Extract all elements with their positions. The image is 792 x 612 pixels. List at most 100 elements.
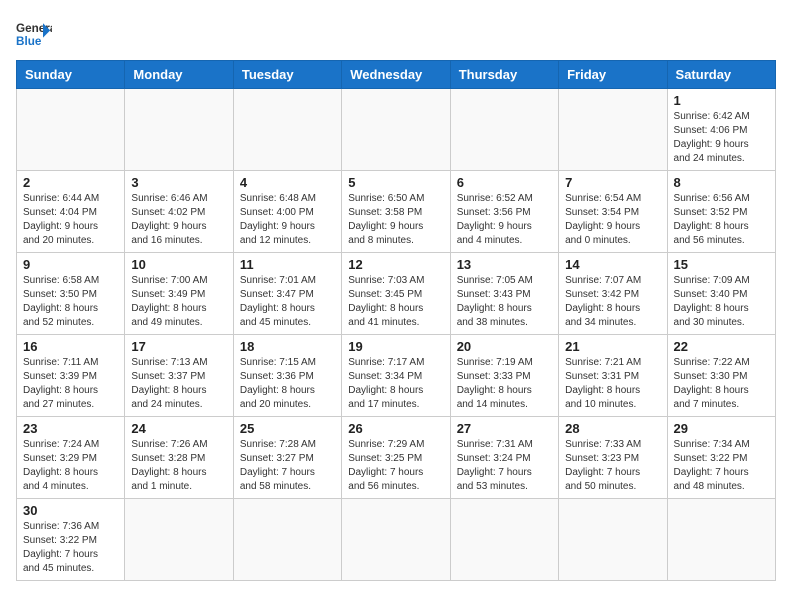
day-info: Sunrise: 6:44 AM Sunset: 4:04 PM Dayligh… — [23, 192, 118, 248]
day-cell-24: 24 Sunrise: 7:26 AM Sunset: 3:28 PM Dayli… — [125, 417, 233, 499]
calendar-table: SundayMondayTuesdayWednesdayThursdayFrid… — [16, 60, 776, 581]
day-number: 18 — [240, 339, 335, 354]
day-number: 5 — [348, 175, 443, 190]
day-cell-6: 6 Sunrise: 6:52 AM Sunset: 3:56 PM Daylig… — [450, 171, 558, 253]
day-cell-1: 1 Sunrise: 6:42 AM Sunset: 4:06 PM Daylig… — [667, 89, 775, 171]
day-cell-13: 13 Sunrise: 7:05 AM Sunset: 3:43 PM Dayli… — [450, 253, 558, 335]
day-cell-19: 19Sunrise: 7:17 AM Sunset: 3:34 PM Dayli… — [342, 335, 450, 417]
day-number: 2 — [23, 175, 118, 190]
empty-cell — [233, 89, 341, 171]
empty-cell — [450, 89, 558, 171]
day-cell-30: 30Sunrise: 7:36 AM Sunset: 3:22 PM Dayli… — [17, 499, 125, 581]
empty-cell — [450, 499, 558, 581]
day-cell-15: 15Sunrise: 7:09 AM Sunset: 3:40 PM Dayli… — [667, 253, 775, 335]
day-info: Sunrise: 7:33 AM Sunset: 3:23 PM Dayligh… — [565, 438, 660, 494]
empty-cell — [125, 89, 233, 171]
day-info: Sunrise: 6:58 AM Sunset: 3:50 PM Dayligh… — [23, 274, 118, 330]
day-info: Sunrise: 6:52 AM Sunset: 3:56 PM Dayligh… — [457, 192, 552, 248]
calendar-row-2: 9 Sunrise: 6:58 AM Sunset: 3:50 PM Daylig… — [17, 253, 776, 335]
day-number: 16 — [23, 339, 118, 354]
day-info: Sunrise: 7:34 AM Sunset: 3:22 PM Dayligh… — [674, 438, 769, 494]
logo-icon: General Blue — [16, 16, 52, 52]
day-info: Sunrise: 7:31 AM Sunset: 3:24 PM Dayligh… — [457, 438, 552, 494]
day-cell-20: 20 Sunrise: 7:19 AM Sunset: 3:33 PM Dayli… — [450, 335, 558, 417]
day-cell-10: 10 Sunrise: 7:00 AM Sunset: 3:49 PM Dayli… — [125, 253, 233, 335]
empty-cell — [667, 499, 775, 581]
calendar-row-1: 2 Sunrise: 6:44 AM Sunset: 4:04 PM Daylig… — [17, 171, 776, 253]
day-number: 9 — [23, 257, 118, 272]
day-info: Sunrise: 7:24 AM Sunset: 3:29 PM Dayligh… — [23, 438, 118, 494]
empty-cell — [559, 89, 667, 171]
empty-cell — [233, 499, 341, 581]
day-number: 4 — [240, 175, 335, 190]
day-cell-2: 2 Sunrise: 6:44 AM Sunset: 4:04 PM Daylig… — [17, 171, 125, 253]
day-info: Sunrise: 7:07 AM Sunset: 3:42 PM Dayligh… — [565, 274, 660, 330]
weekday-monday: Monday — [125, 61, 233, 89]
day-number: 23 — [23, 421, 118, 436]
day-info: Sunrise: 7:28 AM Sunset: 3:27 PM Dayligh… — [240, 438, 335, 494]
day-info: Sunrise: 7:19 AM Sunset: 3:33 PM Dayligh… — [457, 356, 552, 412]
day-info: Sunrise: 6:50 AM Sunset: 3:58 PM Dayligh… — [348, 192, 443, 248]
day-number: 26 — [348, 421, 443, 436]
empty-cell — [342, 499, 450, 581]
day-info: Sunrise: 7:03 AM Sunset: 3:45 PM Dayligh… — [348, 274, 443, 330]
empty-cell — [342, 89, 450, 171]
day-info: Sunrise: 7:00 AM Sunset: 3:49 PM Dayligh… — [131, 274, 226, 330]
weekday-sunday: Sunday — [17, 61, 125, 89]
calendar-row-4: 23 Sunrise: 7:24 AM Sunset: 3:29 PM Dayli… — [17, 417, 776, 499]
day-number: 30 — [23, 503, 118, 518]
day-number: 27 — [457, 421, 552, 436]
day-cell-22: 22Sunrise: 7:22 AM Sunset: 3:30 PM Dayli… — [667, 335, 775, 417]
day-info: Sunrise: 6:42 AM Sunset: 4:06 PM Dayligh… — [674, 110, 769, 166]
empty-cell — [125, 499, 233, 581]
day-number: 17 — [131, 339, 226, 354]
day-number: 10 — [131, 257, 226, 272]
day-cell-4: 4 Sunrise: 6:48 AM Sunset: 4:00 PM Daylig… — [233, 171, 341, 253]
day-number: 12 — [348, 257, 443, 272]
weekday-thursday: Thursday — [450, 61, 558, 89]
day-cell-8: 8Sunrise: 6:56 AM Sunset: 3:52 PM Daylig… — [667, 171, 775, 253]
day-info: Sunrise: 7:29 AM Sunset: 3:25 PM Dayligh… — [348, 438, 443, 494]
day-cell-27: 27 Sunrise: 7:31 AM Sunset: 3:24 PM Dayli… — [450, 417, 558, 499]
day-info: Sunrise: 6:54 AM Sunset: 3:54 PM Dayligh… — [565, 192, 660, 248]
day-number: 13 — [457, 257, 552, 272]
day-info: Sunrise: 6:46 AM Sunset: 4:02 PM Dayligh… — [131, 192, 226, 248]
day-info: Sunrise: 6:48 AM Sunset: 4:00 PM Dayligh… — [240, 192, 335, 248]
day-cell-26: 26 Sunrise: 7:29 AM Sunset: 3:25 PM Dayli… — [342, 417, 450, 499]
day-cell-7: 7 Sunrise: 6:54 AM Sunset: 3:54 PM Daylig… — [559, 171, 667, 253]
page-header: General Blue — [16, 16, 776, 52]
day-number: 28 — [565, 421, 660, 436]
day-info: Sunrise: 7:21 AM Sunset: 3:31 PM Dayligh… — [565, 356, 660, 412]
weekday-friday: Friday — [559, 61, 667, 89]
weekday-wednesday: Wednesday — [342, 61, 450, 89]
day-info: Sunrise: 7:26 AM Sunset: 3:28 PM Dayligh… — [131, 438, 226, 494]
day-info: Sunrise: 7:09 AM Sunset: 3:40 PM Dayligh… — [674, 274, 769, 330]
day-cell-16: 16 Sunrise: 7:11 AM Sunset: 3:39 PM Dayli… — [17, 335, 125, 417]
day-number: 3 — [131, 175, 226, 190]
day-number: 1 — [674, 93, 769, 108]
day-cell-18: 18 Sunrise: 7:15 AM Sunset: 3:36 PM Dayli… — [233, 335, 341, 417]
calendar-row-3: 16 Sunrise: 7:11 AM Sunset: 3:39 PM Dayli… — [17, 335, 776, 417]
day-number: 24 — [131, 421, 226, 436]
day-number: 25 — [240, 421, 335, 436]
weekday-tuesday: Tuesday — [233, 61, 341, 89]
day-info: Sunrise: 7:13 AM Sunset: 3:37 PM Dayligh… — [131, 356, 226, 412]
day-info: Sunrise: 7:17 AM Sunset: 3:34 PM Dayligh… — [348, 356, 443, 412]
day-info: Sunrise: 7:15 AM Sunset: 3:36 PM Dayligh… — [240, 356, 335, 412]
day-number: 21 — [565, 339, 660, 354]
day-cell-11: 11Sunrise: 7:01 AM Sunset: 3:47 PM Dayli… — [233, 253, 341, 335]
calendar-row-0: 1 Sunrise: 6:42 AM Sunset: 4:06 PM Daylig… — [17, 89, 776, 171]
day-number: 20 — [457, 339, 552, 354]
day-cell-17: 17 Sunrise: 7:13 AM Sunset: 3:37 PM Dayli… — [125, 335, 233, 417]
day-number: 6 — [457, 175, 552, 190]
calendar-body: 1 Sunrise: 6:42 AM Sunset: 4:06 PM Daylig… — [17, 89, 776, 581]
day-cell-23: 23 Sunrise: 7:24 AM Sunset: 3:29 PM Dayli… — [17, 417, 125, 499]
weekday-header-row: SundayMondayTuesdayWednesdayThursdayFrid… — [17, 61, 776, 89]
day-info: Sunrise: 6:56 AM Sunset: 3:52 PM Dayligh… — [674, 192, 769, 248]
day-number: 11 — [240, 257, 335, 272]
day-number: 7 — [565, 175, 660, 190]
day-info: Sunrise: 7:05 AM Sunset: 3:43 PM Dayligh… — [457, 274, 552, 330]
day-info: Sunrise: 7:11 AM Sunset: 3:39 PM Dayligh… — [23, 356, 118, 412]
day-number: 14 — [565, 257, 660, 272]
day-cell-9: 9 Sunrise: 6:58 AM Sunset: 3:50 PM Daylig… — [17, 253, 125, 335]
